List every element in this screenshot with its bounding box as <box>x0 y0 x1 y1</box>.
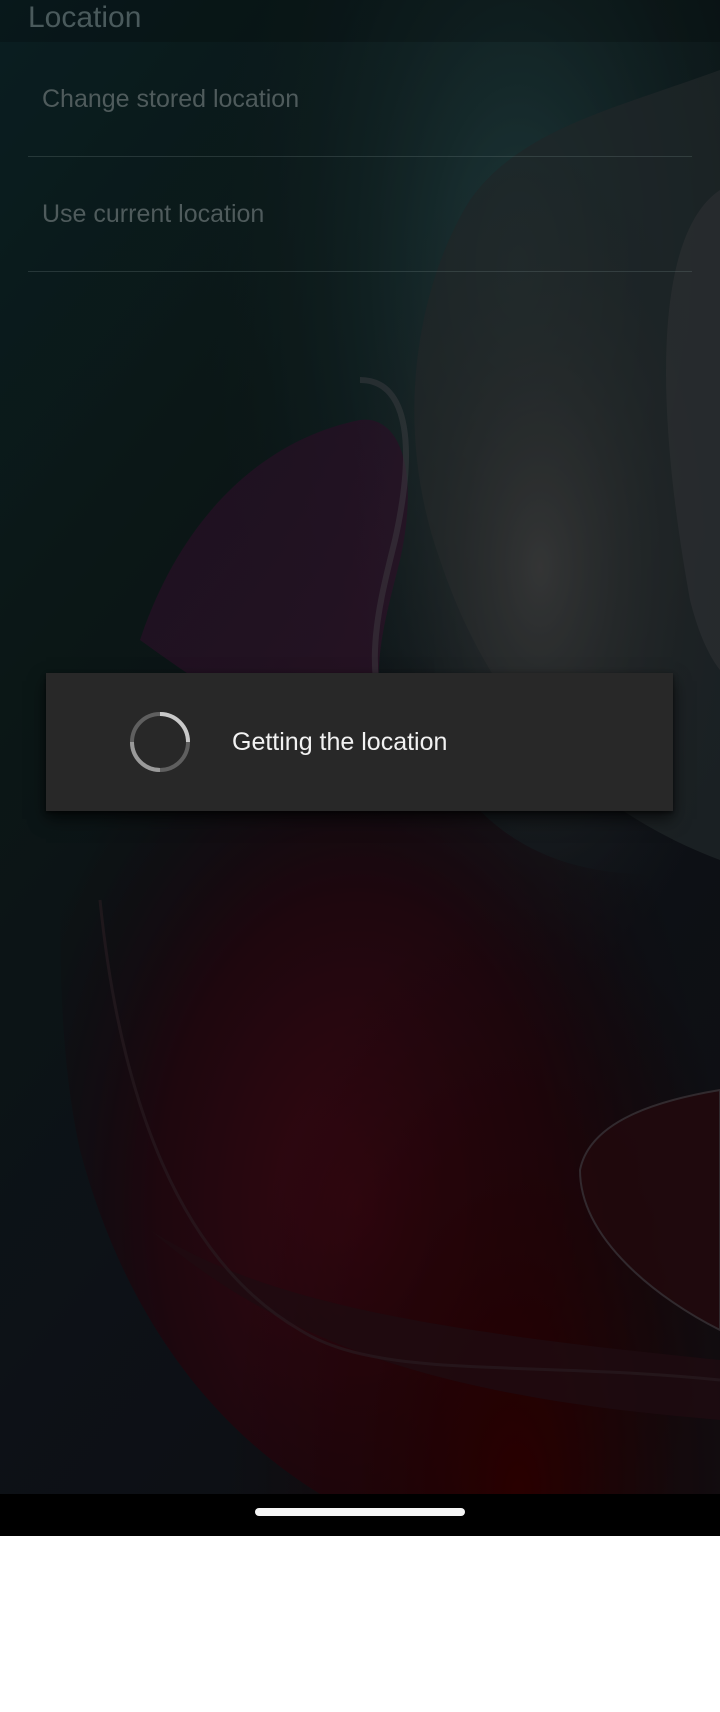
system-navigation-bar <box>0 1494 720 1536</box>
app-header: Location <box>0 0 720 42</box>
list-item-label: Change stored location <box>42 85 300 113</box>
dialog-message: Getting the location <box>232 728 448 756</box>
page-title: Location <box>28 1 142 34</box>
list-item-label: Use current location <box>42 200 265 228</box>
location-options-list: Change stored location Use current locat… <box>28 42 692 272</box>
list-item-change-stored-location[interactable]: Change stored location <box>28 42 692 157</box>
list-item-use-current-location[interactable]: Use current location <box>28 157 692 272</box>
progress-spinner-icon <box>130 712 190 772</box>
app-screen: Location Change stored location Use curr… <box>0 0 720 1494</box>
progress-dialog: Getting the location <box>46 673 673 811</box>
home-gesture-handle[interactable] <box>255 1508 465 1516</box>
